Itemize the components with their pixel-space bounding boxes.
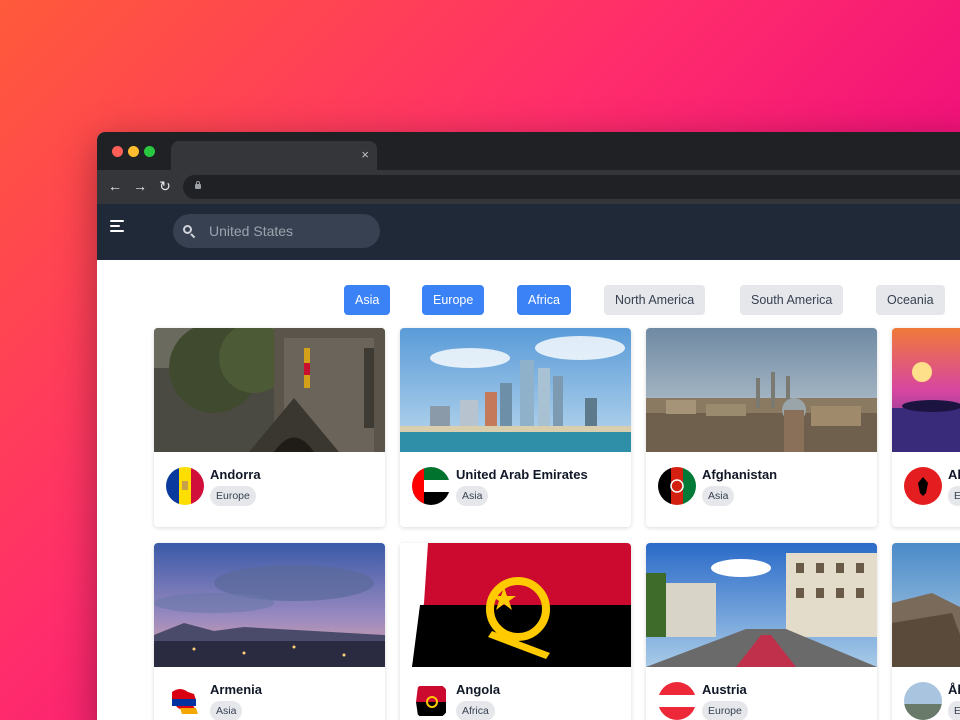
afghanistan-flag-icon — [658, 467, 696, 505]
region-badge: E — [948, 486, 960, 506]
main-content: Asia Europe Africa North America South A… — [97, 260, 960, 720]
back-arrow-icon[interactable]: ← — [107, 178, 123, 194]
country-card-austria[interactable]: Austria Europe — [646, 543, 877, 720]
country-card-united-arab-emirates[interactable]: United Arab Emirates Asia — [400, 328, 631, 527]
browser-window: × ← → ↻ Asia Europe Africa North America… — [97, 132, 960, 720]
country-photo — [646, 328, 877, 452]
country-photo — [400, 543, 631, 667]
country-card-albania[interactable]: Al E — [892, 328, 960, 527]
minimize-window-button[interactable] — [128, 146, 139, 157]
country-photo — [646, 543, 877, 667]
region-badge: Africa — [456, 701, 495, 720]
search-input[interactable] — [209, 214, 369, 248]
country-photo — [154, 543, 385, 667]
region-badge: E — [948, 701, 960, 720]
albania-flag-icon — [904, 467, 942, 505]
filter-asia[interactable]: Asia — [344, 285, 391, 315]
country-photo — [154, 328, 385, 452]
country-card-armenia[interactable]: Armenia Asia — [154, 543, 385, 720]
country-card-aland-islands[interactable]: Ål E — [892, 543, 960, 720]
browser-titlebar: × — [97, 132, 960, 170]
search-icon — [183, 225, 196, 239]
country-card-afghanistan[interactable]: Afghanistan Asia — [646, 328, 877, 527]
country-name: Afghanistan — [702, 467, 778, 482]
reload-icon[interactable]: ↻ — [157, 178, 173, 194]
austria-flag-icon — [658, 682, 696, 720]
country-photo — [400, 328, 631, 452]
aland-islands-flag-icon — [904, 682, 942, 720]
andorra-flag-icon — [166, 467, 204, 505]
country-name: Angola — [456, 682, 501, 697]
country-name: United Arab Emirates — [456, 467, 588, 482]
region-badge: Asia — [210, 701, 243, 720]
country-name: Al — [948, 467, 960, 482]
address-bar[interactable] — [183, 175, 960, 199]
close-icon[interactable]: × — [361, 147, 369, 163]
filter-south-america[interactable]: South America — [740, 285, 844, 315]
region-badge: Europe — [702, 701, 748, 720]
country-name: Ål — [948, 682, 960, 697]
filter-africa[interactable]: Africa — [517, 285, 571, 315]
uae-flag-icon — [412, 467, 450, 505]
country-photo — [892, 543, 960, 667]
filter-oceania[interactable]: Oceania — [876, 285, 945, 315]
country-card-angola[interactable]: Angola Africa — [400, 543, 631, 720]
country-name: Armenia — [210, 682, 263, 697]
region-badge: Asia — [456, 486, 489, 506]
country-name: Austria — [702, 682, 747, 697]
region-badge: Asia — [702, 486, 735, 506]
forward-arrow-icon[interactable]: → — [132, 178, 148, 194]
country-photo — [892, 328, 960, 452]
maximize-window-button[interactable] — [144, 146, 155, 157]
browser-toolbar: ← → ↻ — [97, 170, 960, 204]
menu-icon[interactable] — [110, 220, 124, 232]
country-name: Andorra — [210, 467, 261, 482]
filter-europe[interactable]: Europe — [422, 285, 485, 315]
region-badge: Europe — [210, 486, 256, 506]
browser-tab[interactable]: × — [171, 141, 377, 170]
app-header — [97, 204, 960, 260]
filter-north-america[interactable]: North America — [604, 285, 706, 315]
close-window-button[interactable] — [112, 146, 123, 157]
search-box[interactable] — [173, 214, 380, 248]
country-card-andorra[interactable]: Andorra Europe — [154, 328, 385, 527]
armenia-flag-icon — [166, 682, 204, 720]
lock-icon — [195, 181, 201, 190]
angola-flag-icon — [412, 682, 450, 720]
